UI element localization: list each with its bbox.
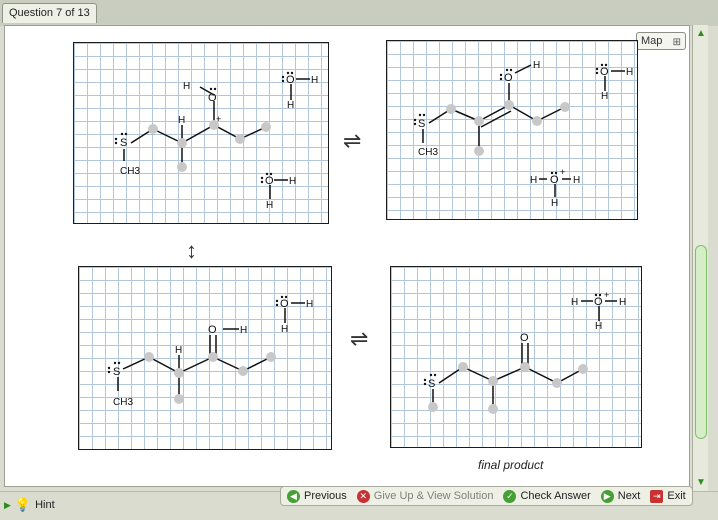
close-circle-icon: ✕ (356, 489, 370, 503)
hydrogen-atom: H (533, 60, 540, 71)
arrow-left-icon: ◀ (287, 489, 300, 503)
hydronium-hydrogen: H (595, 321, 602, 332)
scroll-down-icon[interactable]: ▼ (695, 477, 707, 489)
sulfur-atom: S (418, 118, 425, 130)
charge-plus: + (216, 114, 221, 124)
sulfur-atom: S (428, 378, 435, 390)
hydrogen-atom: H (240, 325, 247, 336)
equilibrium-arrow: ⇌ (350, 326, 369, 351)
water-hydrogen: H (287, 100, 294, 111)
water-oxygen: O (265, 175, 274, 187)
mechanism-panel-1[interactable]: S CH3 H O H + O H H O H H (73, 42, 329, 224)
water-hydrogen: H (266, 200, 273, 211)
structure-1: S CH3 H O H + O H H O H H (114, 71, 318, 211)
water-hydrogen: H (601, 91, 608, 102)
hint-button[interactable]: ▶ 💡 Hint (4, 497, 55, 513)
hydronium-hydrogen: H (530, 175, 537, 186)
hydronium-hydrogen: H (571, 297, 578, 308)
check-icon: ✓ (503, 489, 517, 503)
equilibrium-arrow: ⇌ (343, 128, 362, 153)
water-oxygen: O (280, 298, 289, 310)
water-hydrogen: H (281, 324, 288, 335)
oxygen-atom: O (208, 92, 217, 104)
mechanism-panel-2[interactable]: S CH3 O H O H H O H H H + (386, 40, 638, 220)
oxygen-atom: O (504, 72, 513, 84)
oxygen-atom: O (208, 324, 217, 336)
navigation-buttons: ◀ Previous ✕ Give Up & View Solution ✓ C… (280, 486, 693, 506)
charge-plus: + (604, 290, 609, 300)
map-label: Map (641, 35, 663, 47)
methyl-label: CH3 (113, 397, 133, 408)
charge-plus: + (560, 167, 565, 177)
question-tab[interactable]: Question 7 of 13 (2, 3, 97, 23)
hydrogen-atom: H (178, 115, 185, 126)
lightbulb-icon: 💡 (14, 497, 32, 512)
next-label: Next (617, 490, 641, 502)
sitemap-icon: ⊞ (672, 37, 681, 48)
vertical-scrollbar[interactable]: ▲ ▼ (692, 25, 708, 491)
structure-3: S CH3 H O H O H H (107, 295, 313, 408)
final-product-caption: final product (478, 458, 544, 472)
arrow-right-icon: ▶ (600, 489, 614, 503)
exit-label: Exit (667, 490, 686, 502)
mechanism-panel-3[interactable]: S CH3 H O H O H H (78, 266, 332, 450)
expand-arrow-icon: ▶ (4, 499, 11, 510)
structure-2: S CH3 O H O H H O H H H + (413, 60, 633, 209)
methyl-label: CH3 (418, 147, 438, 158)
hydronium-oxygen: O (550, 174, 559, 186)
water-hydrogen: H (311, 75, 318, 86)
mechanism-panel-4[interactable]: S O O H H H + (390, 266, 642, 448)
scroll-thumb[interactable] (695, 245, 707, 439)
bottom-toolbar: ▶ 💡 Hint ◀ Previous ✕ Give Up & View Sol… (0, 486, 718, 520)
hydronium-hydrogen: H (619, 297, 626, 308)
resonance-arrow: ↕ (186, 238, 197, 263)
hydrogen-atom: H (175, 345, 182, 356)
scroll-up-icon[interactable]: ▲ (695, 28, 707, 40)
water-hydrogen: H (626, 67, 633, 78)
next-button[interactable]: ▶ Next (600, 489, 641, 503)
oxygen-atom: O (520, 332, 529, 344)
check-answer-button[interactable]: ✓ Check Answer (503, 489, 591, 503)
hydronium-hydrogen: H (551, 198, 558, 209)
previous-button[interactable]: ◀ Previous (287, 489, 347, 503)
check-answer-label: Check Answer (520, 490, 591, 502)
sulfur-atom: S (113, 366, 120, 378)
water-hydrogen: H (289, 176, 296, 187)
water-hydrogen: H (306, 299, 313, 310)
methyl-label: CH3 (120, 166, 140, 177)
give-up-label: Give Up & View Solution (373, 490, 494, 502)
structure-4: S O O H H H + (423, 290, 626, 414)
question-header: Question 7 of 13 (0, 0, 718, 26)
hydronium-hydrogen: H (573, 175, 580, 186)
sulfur-atom: S (120, 137, 127, 149)
hydrogen-atom: H (183, 81, 190, 92)
map-button[interactable]: Map ⊞ (636, 32, 686, 50)
hydronium-oxygen: O (594, 296, 603, 308)
exit-button[interactable]: ⇥ Exit (650, 489, 686, 503)
exit-door-icon: ⇥ (650, 489, 664, 503)
previous-label: Previous (304, 490, 347, 502)
hint-label: Hint (35, 499, 55, 511)
water-oxygen: O (600, 66, 609, 78)
water-oxygen: O (286, 74, 295, 86)
give-up-button[interactable]: ✕ Give Up & View Solution (356, 489, 494, 503)
